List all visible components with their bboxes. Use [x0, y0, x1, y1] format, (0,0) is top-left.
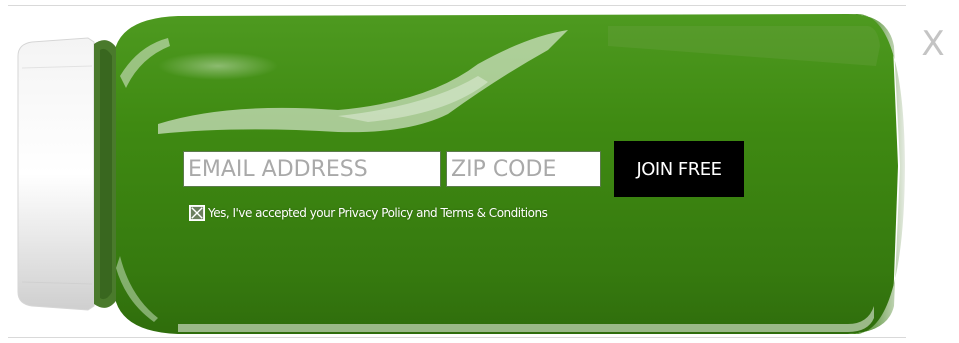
signup-modal: X JOIN FREE Yes, I've accepted your Priv… — [0, 0, 959, 343]
checked-checkbox-icon[interactable] — [189, 205, 205, 221]
consent-label: Yes, I've accepted your Privacy Policy a… — [208, 206, 548, 220]
close-button[interactable]: X — [917, 22, 949, 66]
zip-code-field[interactable] — [446, 151, 601, 187]
join-free-button[interactable]: JOIN FREE — [614, 141, 744, 197]
consent-row: Yes, I've accepted your Privacy Policy a… — [189, 203, 548, 223]
email-field[interactable] — [183, 151, 441, 187]
